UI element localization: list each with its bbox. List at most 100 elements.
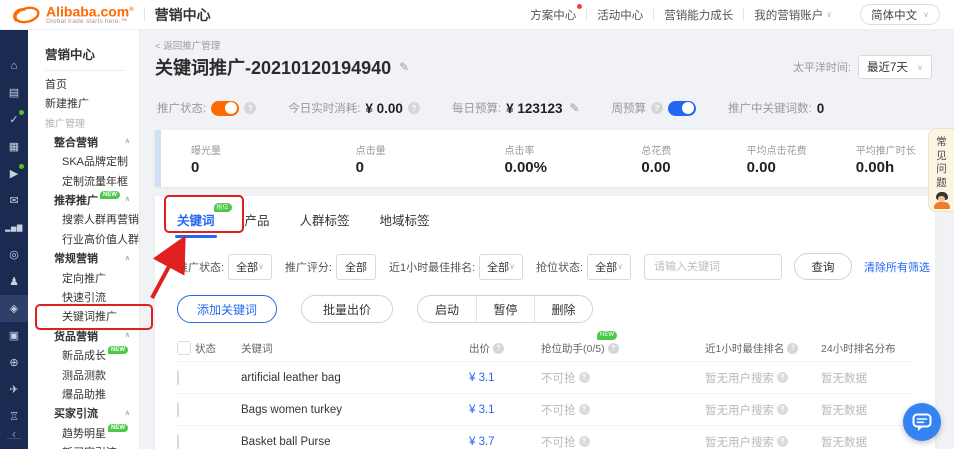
week-budget-toggle[interactable] [668, 101, 696, 116]
new-badge: NEW [597, 331, 617, 340]
home-icon[interactable]: ⌂ [0, 52, 28, 79]
keyword-cell: artificial leather bag [241, 372, 469, 384]
back-icon: < [155, 41, 161, 52]
sidebar-item-hot-product-boost[interactable]: 爆品助推 [28, 384, 139, 403]
sidebar-item-product-testing[interactable]: 测品测款 [28, 365, 139, 384]
sidebar-group-product-marketing[interactable]: 货品营销∧ [28, 326, 139, 345]
distribution-cell: 暂无数据 [821, 370, 867, 386]
nav-my-account[interactable]: 我的营销账户 ∨ [744, 7, 842, 23]
tab-products[interactable]: 产品 [245, 210, 270, 238]
nav-marketing-growth[interactable]: 营销能力成长 [654, 7, 743, 23]
messages-icon[interactable]: ✉ [0, 187, 28, 214]
filter-grab-select[interactable]: 全部 ∨ [587, 254, 631, 280]
help-icon[interactable]: ? [244, 102, 256, 114]
apps-icon[interactable]: ▦ [0, 133, 28, 160]
promo-status-toggle[interactable] [211, 101, 239, 116]
sidebar: 营销中心 首页 新建推广 推广管理 整合营销∧ SKA品牌定制 定制流量年框 推… [28, 30, 140, 449]
keyword-cell: Bags women turkey [241, 404, 469, 416]
sidebar-group-recommend-promotion[interactable]: 推荐推广NEW∧ [28, 190, 139, 209]
sidebar-item-high-value-audience[interactable]: 行业高价值人群 [28, 229, 139, 248]
action-row: 添加关键词 批量出价 启动 暂停 删除 [177, 295, 913, 323]
sidebar-item-custom-traffic[interactable]: 定制流量年框 [28, 171, 139, 190]
brand-name: Alibaba.com [46, 3, 129, 19]
help-icon[interactable]: ? [777, 372, 788, 383]
sidebar-item-search-remarketing[interactable]: 搜索人群再营销 [28, 210, 139, 229]
row-checkbox[interactable] [177, 371, 179, 385]
title-row: 关键词推广-20210120194940 ✎ 太平洋时间: 最近7天 ∨ [155, 54, 932, 80]
edit-budget-icon[interactable]: ✎ [569, 101, 579, 115]
batch-bid-button[interactable]: 批量出价 [301, 295, 393, 323]
support-avatar [933, 192, 951, 209]
sidebar-group-integrated-marketing[interactable]: 整合营销∧ [28, 132, 139, 151]
help-icon[interactable]: ? [579, 404, 590, 415]
help-icon[interactable]: ? [608, 343, 619, 354]
bid-cell[interactable]: ¥ 3.1 [469, 372, 541, 384]
stat-clicks: 点击量 0 [326, 130, 475, 187]
sidebar-item-ska-brand[interactable]: SKA品牌定制 [28, 152, 139, 171]
collapse-rail-icon[interactable]: ‹ [0, 427, 28, 441]
pause-button[interactable]: 暂停 [476, 296, 534, 322]
select-all-checkbox[interactable] [177, 341, 191, 355]
bid-cell[interactable]: ¥ 3.1 [469, 404, 541, 416]
keyword-search-input[interactable] [644, 254, 782, 280]
filter-score-input[interactable]: 全部 [336, 254, 376, 280]
chat-button[interactable] [903, 403, 941, 441]
help-icon[interactable]: ? [408, 102, 420, 114]
date-range-select[interactable]: 最近7天 ∨ [858, 55, 932, 79]
media-icon[interactable]: ▶ [0, 160, 28, 187]
sidebar-item-new-promotion[interactable]: 新建推广 [28, 93, 139, 112]
faq-widget[interactable]: 常见问题 [928, 128, 954, 212]
sidebar-item-quick-traffic[interactable]: 快速引流 [28, 287, 139, 306]
chevron-down-icon: ∨ [258, 262, 264, 271]
search-button[interactable]: 查询 [794, 253, 852, 280]
orders-icon[interactable]: ▣ [0, 322, 28, 349]
sidebar-item-keyword-promotion[interactable]: 关键词推广 [28, 307, 139, 326]
analytics-icon[interactable]: ▂▅▇ [0, 214, 28, 241]
add-keyword-button[interactable]: 添加关键词 [177, 295, 277, 323]
help-icon[interactable]: ? [777, 404, 788, 415]
bank-icon[interactable]: ♖ [0, 403, 28, 430]
edit-title-icon[interactable]: ✎ [399, 60, 409, 74]
nav-plan-center[interactable]: 方案中心 [520, 7, 586, 23]
sidebar-item-trend-star[interactable]: 趋势明星NEW [28, 423, 139, 442]
filter-rank-select[interactable]: 全部 ∨ [479, 254, 523, 280]
today-cost-value: ¥ 0.00 [365, 101, 403, 116]
row-checkbox[interactable] [177, 435, 179, 449]
promotion-icon[interactable]: ◈ [0, 295, 28, 322]
help-icon[interactable]: ? [579, 372, 590, 383]
help-icon[interactable]: ? [787, 343, 798, 354]
travel-icon[interactable]: ✈ [0, 376, 28, 403]
contacts-icon[interactable]: ♟ [0, 268, 28, 295]
help-icon[interactable]: ? [777, 436, 788, 447]
help-icon[interactable]: ? [651, 102, 663, 114]
clear-filters-link[interactable]: 清除所有筛选 [864, 259, 930, 275]
sidebar-item-targeted-promotion[interactable]: 定向推广 [28, 268, 139, 287]
tab-region-labels[interactable]: 地域标签 [380, 210, 430, 238]
nav-activity-center[interactable]: 活动中心 [587, 7, 653, 23]
daily-budget-value: ¥ 123123 [506, 101, 562, 116]
sidebar-item-new-buyer-traffic[interactable]: 新买家引流 [28, 442, 139, 449]
help-icon[interactable]: ? [493, 343, 504, 354]
store-icon[interactable]: ▤ [0, 79, 28, 106]
distribution-cell: 暂无数据 [821, 434, 867, 449]
sidebar-item-home[interactable]: 首页 [28, 74, 139, 93]
tab-keywords[interactable]: 关键词 抢位 [177, 210, 215, 238]
help-icon[interactable]: ? [579, 436, 590, 447]
alibaba-logo-mark [8, 4, 44, 26]
sidebar-group-regular-marketing[interactable]: 常规营销∧ [28, 249, 139, 268]
approvals-icon[interactable]: ✓ [0, 106, 28, 133]
row-checkbox[interactable] [177, 403, 179, 417]
alibaba-logo[interactable]: Alibaba.com® Global trade starts here.™ [8, 4, 134, 26]
sidebar-group-buyer-traffic[interactable]: 买家引流∧ [28, 404, 139, 423]
network-icon[interactable]: ⊕ [0, 349, 28, 376]
breadcrumb-back-link[interactable]: < 返回推广管理 [155, 38, 220, 52]
tabs: 关键词 抢位 产品 人群标签 地域标签 [177, 196, 913, 238]
sidebar-item-new-product-growth[interactable]: 新品成长NEW [28, 345, 139, 364]
start-button[interactable]: 启动 [418, 296, 476, 322]
bid-cell[interactable]: ¥ 3.7 [469, 436, 541, 448]
filter-status-select[interactable]: 全部 ∨ [228, 254, 272, 280]
tab-audience-labels[interactable]: 人群标签 [300, 210, 350, 238]
delete-button[interactable]: 删除 [534, 296, 592, 322]
language-selector[interactable]: 简体中文 ∨ [860, 4, 940, 25]
location-icon[interactable]: ◎ [0, 241, 28, 268]
